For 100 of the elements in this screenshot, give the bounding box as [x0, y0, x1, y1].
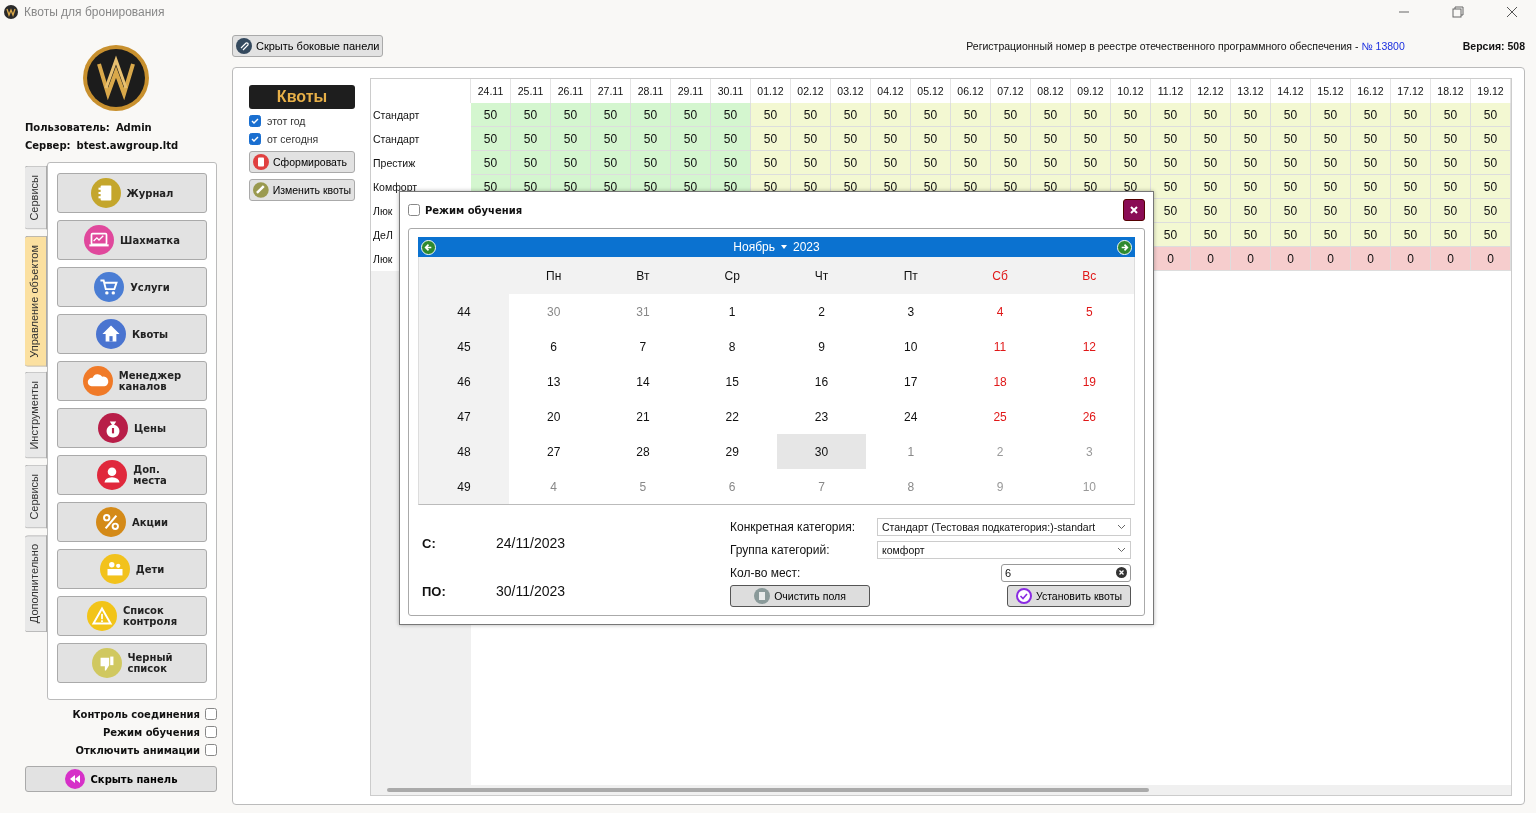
- side-tab[interactable]: Инструменты: [25, 372, 47, 459]
- quota-cell[interactable]: 0: [1271, 247, 1311, 271]
- quota-cell[interactable]: 50: [1471, 127, 1511, 151]
- quota-cell[interactable]: 0: [1231, 247, 1271, 271]
- quota-cell[interactable]: 50: [1351, 151, 1391, 175]
- quota-cell[interactable]: 0: [1351, 247, 1391, 271]
- quota-cell[interactable]: 50: [1351, 199, 1391, 223]
- menu-button[interactable]: Менеджер каналов: [57, 361, 207, 401]
- quota-cell[interactable]: 50: [551, 103, 591, 127]
- quota-cell[interactable]: 50: [1351, 175, 1391, 199]
- quota-cell[interactable]: 50: [1151, 127, 1191, 151]
- menu-button[interactable]: Доп. места: [57, 455, 207, 495]
- quota-cell[interactable]: 50: [1231, 151, 1271, 175]
- edit-quotas-button[interactable]: Изменить квоты: [249, 179, 355, 201]
- quota-cell[interactable]: 50: [911, 127, 951, 151]
- quota-cell[interactable]: 50: [1231, 199, 1271, 223]
- quota-cell[interactable]: 50: [1391, 175, 1431, 199]
- quota-cell[interactable]: 50: [871, 127, 911, 151]
- menu-button[interactable]: Цены: [57, 408, 207, 448]
- quota-cell[interactable]: 50: [1431, 127, 1471, 151]
- quota-cell[interactable]: 50: [1471, 151, 1511, 175]
- filter-checkbox[interactable]: [249, 133, 261, 145]
- quota-cell[interactable]: 50: [471, 127, 511, 151]
- quota-cell[interactable]: 50: [1311, 175, 1351, 199]
- clear-icon[interactable]: [1116, 567, 1127, 578]
- year-label[interactable]: 2023: [792, 240, 820, 254]
- quota-cell[interactable]: 50: [1271, 223, 1311, 247]
- quota-cell[interactable]: 50: [991, 151, 1031, 175]
- quota-cell[interactable]: 50: [1191, 127, 1231, 151]
- clear-fields-button[interactable]: Очистить поля: [730, 585, 870, 607]
- quota-cell[interactable]: 50: [671, 103, 711, 127]
- quota-cell[interactable]: 0: [1191, 247, 1231, 271]
- quota-cell[interactable]: 50: [1431, 223, 1471, 247]
- quota-cell[interactable]: 50: [1391, 151, 1431, 175]
- quota-cell[interactable]: 50: [1271, 199, 1311, 223]
- quota-cell[interactable]: 50: [1351, 223, 1391, 247]
- quota-cell[interactable]: 50: [1191, 103, 1231, 127]
- quota-cell[interactable]: 50: [1191, 199, 1231, 223]
- side-tab[interactable]: Сервисы: [25, 464, 47, 529]
- menu-button[interactable]: Акции: [57, 502, 207, 542]
- quota-cell[interactable]: 50: [1351, 103, 1391, 127]
- menu-button[interactable]: Дети: [57, 549, 207, 589]
- generate-button[interactable]: Сформировать: [249, 151, 355, 173]
- close-button[interactable]: [1123, 199, 1145, 221]
- side-tab[interactable]: Сервисы: [25, 166, 47, 230]
- quota-cell[interactable]: 50: [1271, 127, 1311, 151]
- quota-cell[interactable]: 50: [511, 151, 551, 175]
- quota-cell[interactable]: 50: [951, 127, 991, 151]
- quota-cell[interactable]: 50: [951, 103, 991, 127]
- hide-panel-button[interactable]: Скрыть панель: [25, 766, 217, 792]
- quota-cell[interactable]: 50: [1191, 151, 1231, 175]
- registry-link[interactable]: № 13800: [1361, 39, 1405, 52]
- quota-cell[interactable]: 50: [1111, 127, 1151, 151]
- quota-cell[interactable]: 50: [1231, 103, 1271, 127]
- quota-cell[interactable]: 50: [1391, 103, 1431, 127]
- quota-cell[interactable]: 0: [1471, 247, 1511, 271]
- quota-cell[interactable]: 50: [631, 151, 671, 175]
- quota-cell[interactable]: 50: [951, 151, 991, 175]
- quota-cell[interactable]: 50: [1271, 151, 1311, 175]
- quota-cell[interactable]: 50: [1311, 103, 1351, 127]
- quota-cell[interactable]: 50: [1231, 223, 1271, 247]
- quota-cell[interactable]: 50: [1151, 103, 1191, 127]
- quota-cell[interactable]: 50: [871, 151, 911, 175]
- menu-button[interactable]: Список контроля: [57, 596, 207, 636]
- quota-cell[interactable]: 50: [1431, 175, 1471, 199]
- hide-sidebars-button[interactable]: Скрыть боковые панели: [232, 34, 384, 57]
- quota-cell[interactable]: 50: [631, 103, 671, 127]
- quota-cell[interactable]: 50: [1471, 103, 1511, 127]
- quota-cell[interactable]: 50: [1111, 151, 1151, 175]
- quota-cell[interactable]: 50: [1391, 199, 1431, 223]
- quota-cell[interactable]: 50: [791, 103, 831, 127]
- category-dropdown[interactable]: Стандарт (Тестовая подкатегория:)-standart: [877, 517, 1131, 536]
- quota-cell[interactable]: 50: [831, 127, 871, 151]
- restore-icon[interactable]: [1451, 5, 1465, 19]
- caret-icon[interactable]: [780, 245, 787, 249]
- quota-cell[interactable]: 50: [1311, 127, 1351, 151]
- close-icon[interactable]: [1505, 5, 1519, 19]
- quota-cell[interactable]: 50: [1111, 103, 1151, 127]
- quota-cell[interactable]: 50: [1151, 223, 1191, 247]
- quota-cell[interactable]: 50: [591, 103, 631, 127]
- side-tab[interactable]: Дополнительно: [25, 534, 47, 632]
- quota-cell[interactable]: 50: [831, 103, 871, 127]
- quota-cell[interactable]: 50: [1031, 103, 1071, 127]
- quota-cell[interactable]: 50: [1031, 151, 1071, 175]
- quota-cell[interactable]: 0: [1151, 247, 1191, 271]
- quota-cell[interactable]: 50: [1271, 103, 1311, 127]
- quota-cell[interactable]: 50: [911, 151, 951, 175]
- quota-cell[interactable]: 50: [791, 151, 831, 175]
- seats-input[interactable]: 6: [1001, 563, 1131, 582]
- quota-cell[interactable]: 50: [1071, 127, 1111, 151]
- quota-cell[interactable]: 50: [551, 151, 591, 175]
- quota-cell[interactable]: 50: [991, 103, 1031, 127]
- filter-checkbox[interactable]: [249, 115, 261, 127]
- quota-cell[interactable]: 0: [1391, 247, 1431, 271]
- quota-cell[interactable]: 50: [1231, 175, 1271, 199]
- quota-cell[interactable]: 50: [1071, 103, 1111, 127]
- quota-cell[interactable]: 50: [591, 127, 631, 151]
- quota-cell[interactable]: 50: [591, 151, 631, 175]
- quota-cell[interactable]: 50: [1191, 223, 1231, 247]
- quota-cell[interactable]: 50: [871, 103, 911, 127]
